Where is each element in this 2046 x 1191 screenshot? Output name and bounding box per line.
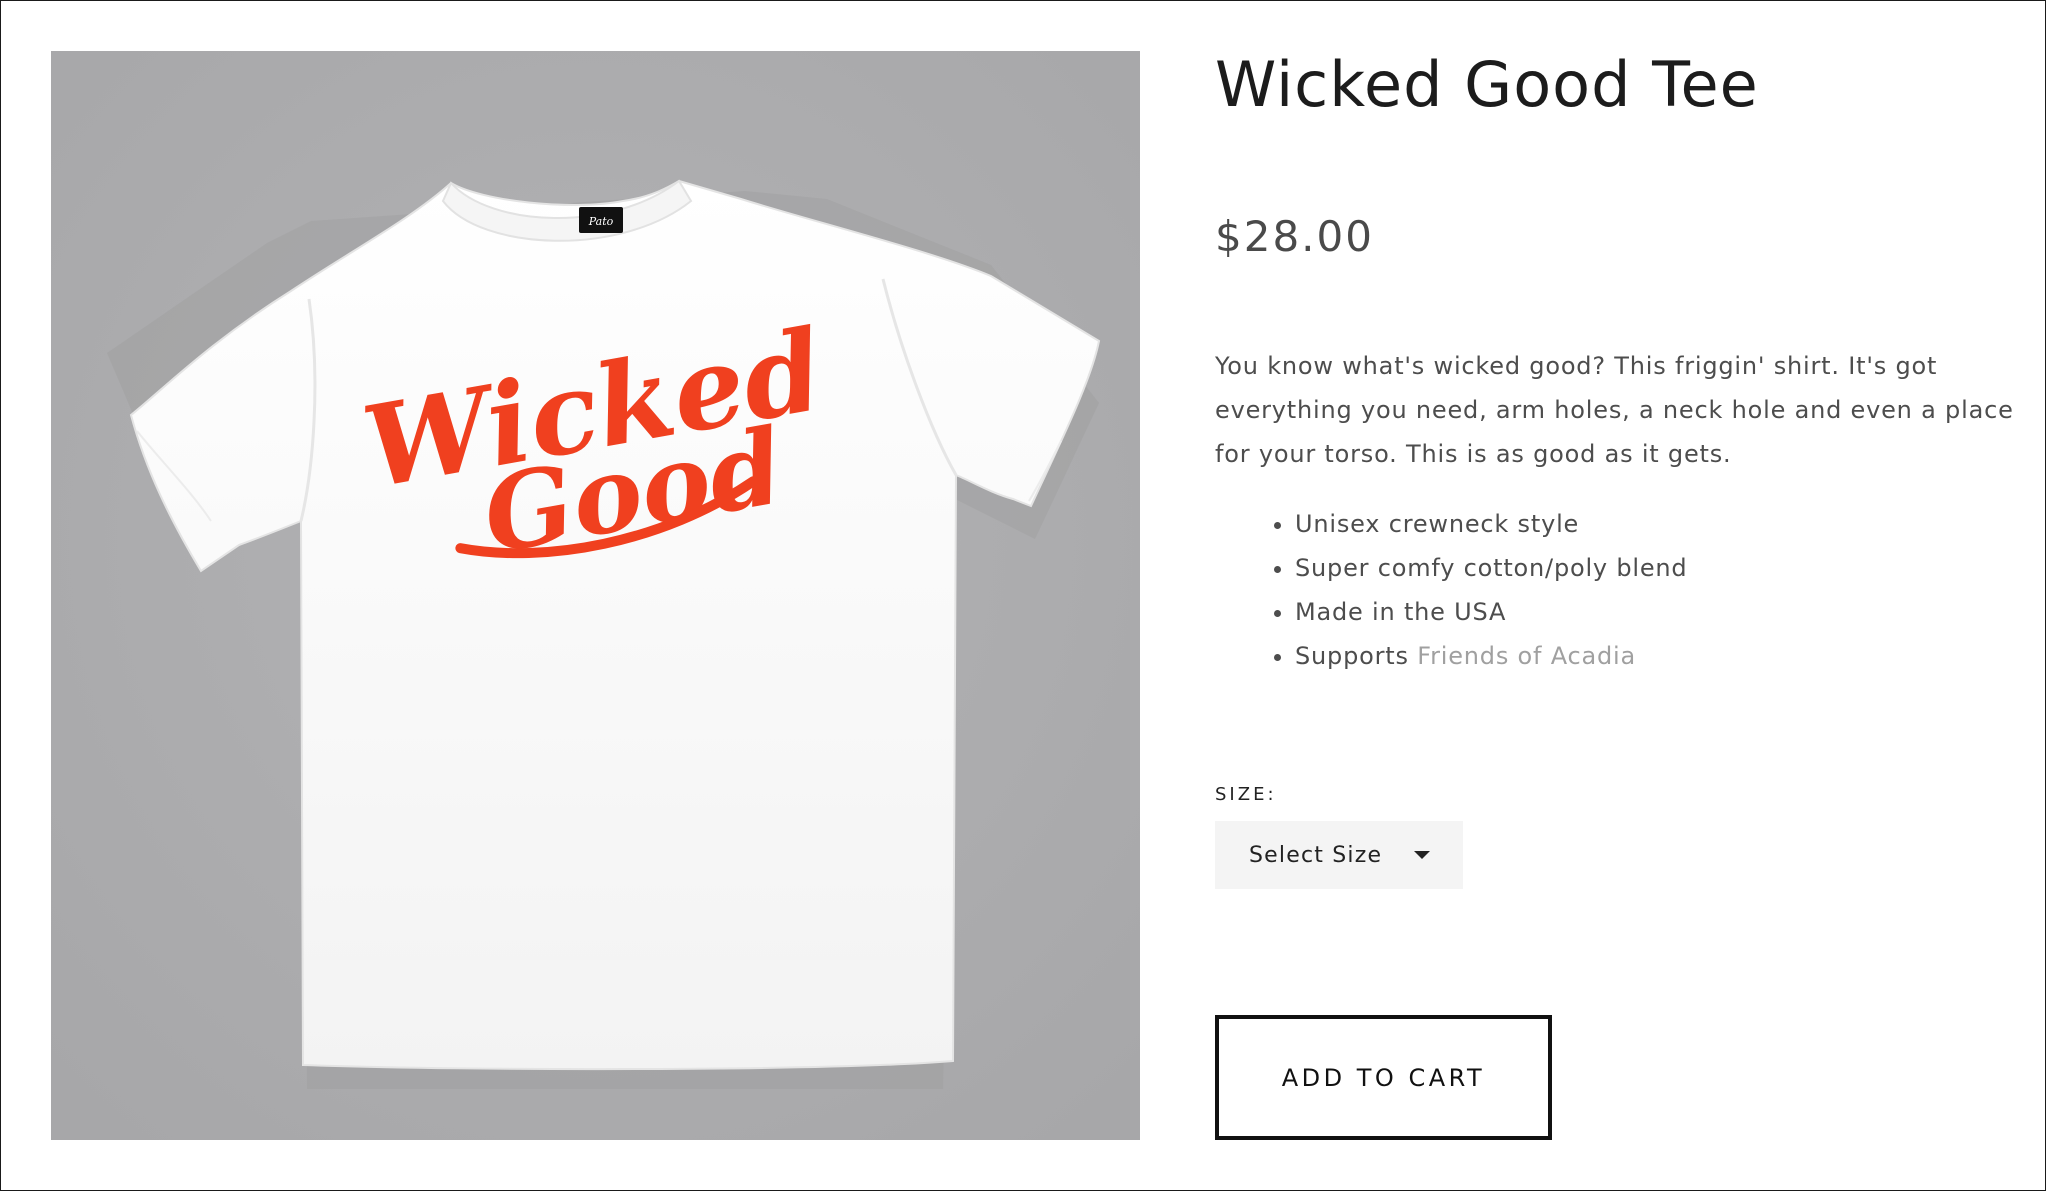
- list-item: Made in the USA: [1295, 590, 1687, 634]
- feature-text: Super comfy cotton/poly blend: [1295, 554, 1688, 582]
- add-to-cart-button[interactable]: ADD TO CART: [1215, 1015, 1552, 1140]
- product-title: Wicked Good Tee: [1215, 48, 1759, 121]
- list-item: Super comfy cotton/poly blend: [1295, 546, 1687, 590]
- svg-text:Pato: Pato: [588, 215, 614, 228]
- product-description: You know what's wicked good? This friggi…: [1215, 352, 2014, 468]
- feature-list: Unisex crewneck style Super comfy cotton…: [1215, 502, 1687, 678]
- list-item: Supports Friends of Acadia: [1295, 634, 1687, 678]
- friends-of-acadia-link[interactable]: Friends of Acadia: [1417, 642, 1636, 670]
- size-select-value: Select Size: [1249, 842, 1383, 868]
- list-item: Unisex crewneck style: [1295, 502, 1687, 546]
- chevron-down-icon: [1414, 851, 1430, 859]
- product-price: $28.00: [1215, 212, 1374, 261]
- feature-text: Supports: [1295, 642, 1418, 670]
- size-select[interactable]: Select Size: [1215, 821, 1463, 889]
- feature-text: Made in the USA: [1295, 598, 1507, 626]
- product-image[interactable]: Pato Wicked Good: [51, 51, 1140, 1140]
- tshirt-graphic: Pato Wicked Good: [51, 51, 1140, 1140]
- size-label: SIZE:: [1215, 784, 1277, 805]
- feature-text: Unisex crewneck style: [1295, 510, 1580, 538]
